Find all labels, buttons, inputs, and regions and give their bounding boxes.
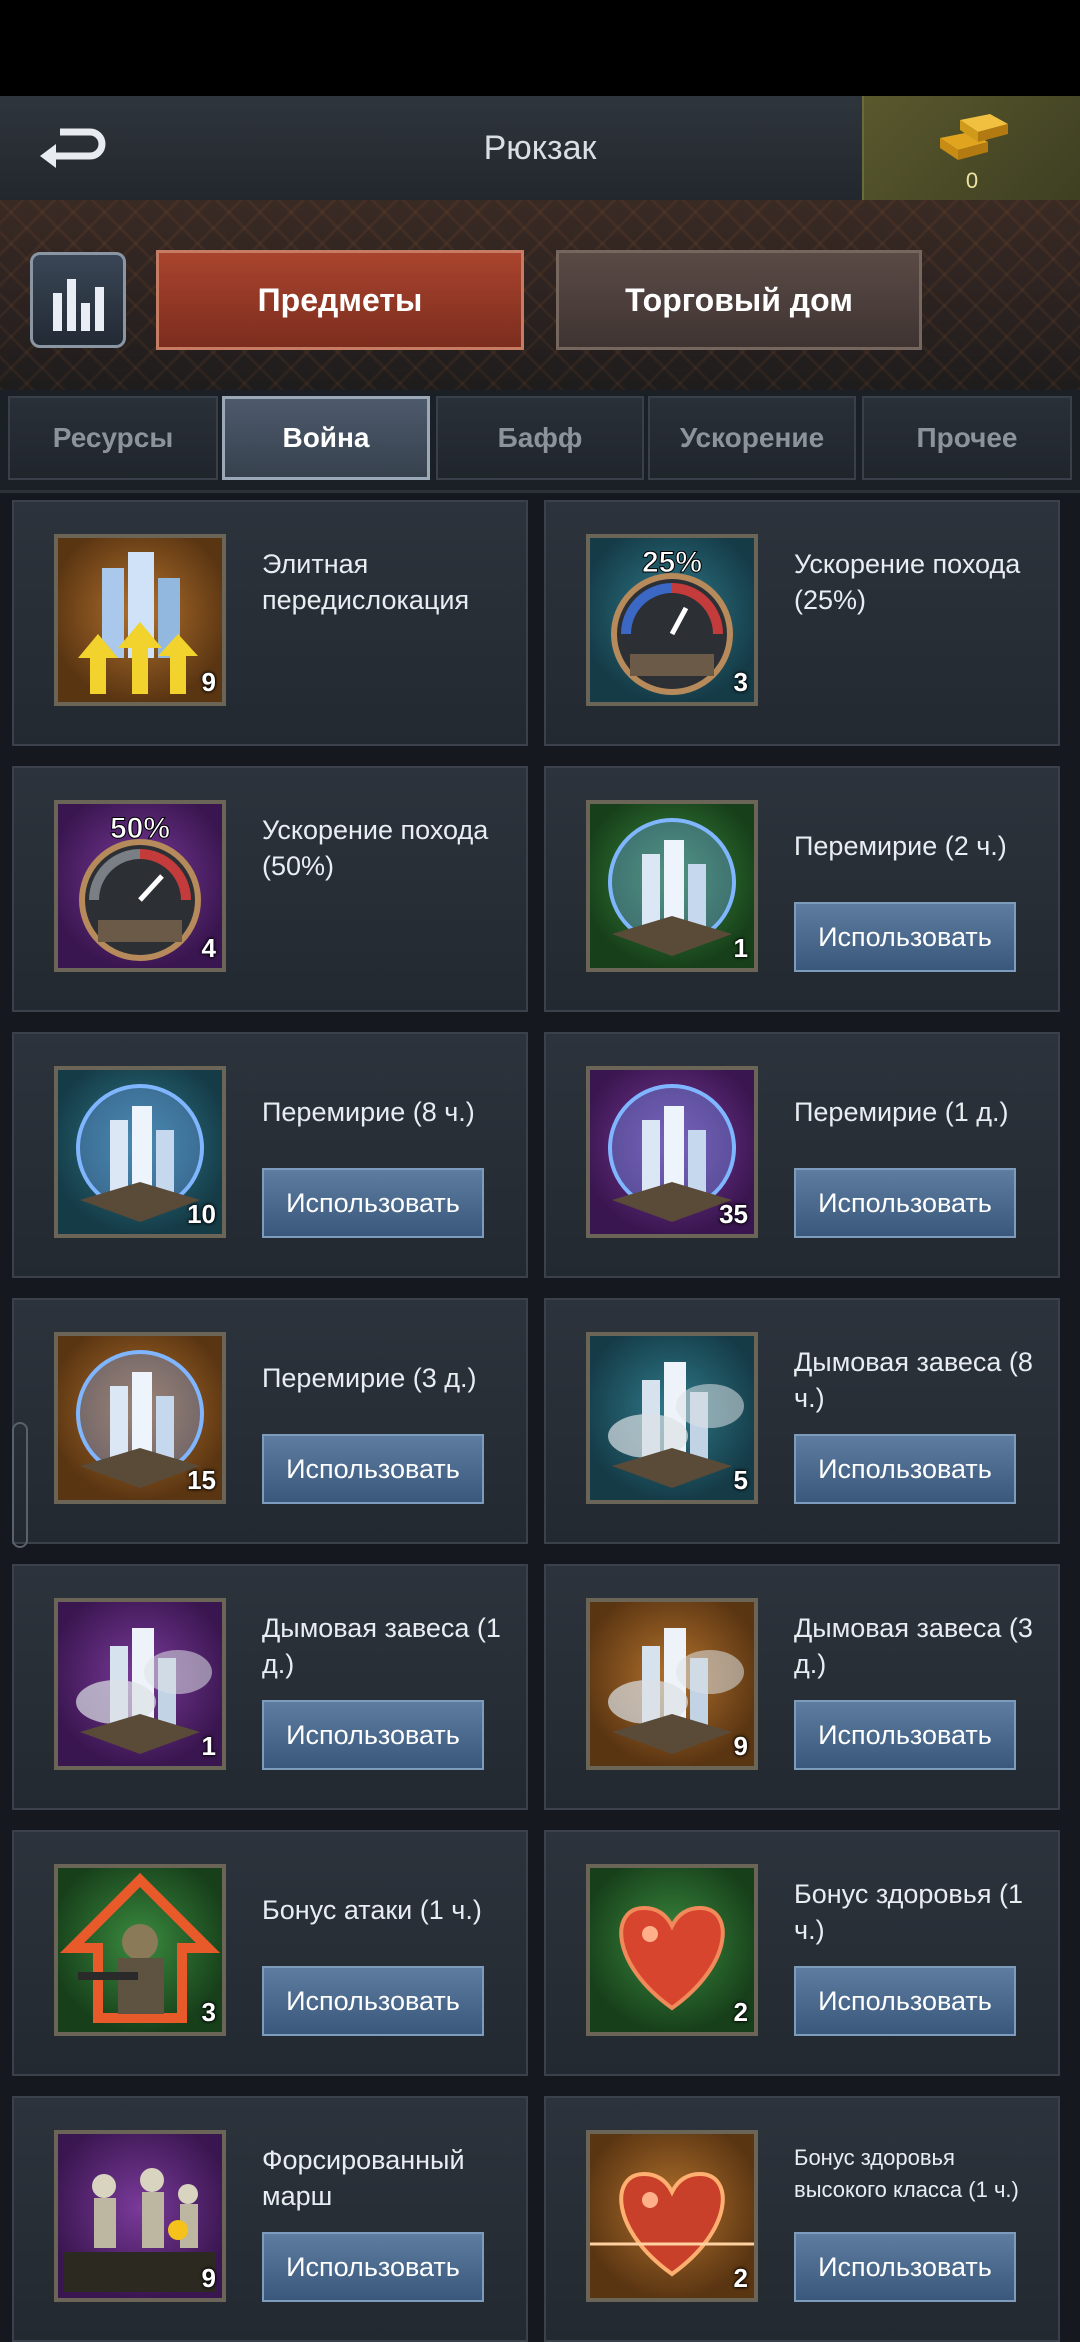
smoke-screen-icon: 1 xyxy=(54,1598,226,1770)
truce-shield-icon: 1 xyxy=(586,800,758,972)
gold-balance[interactable]: 0 xyxy=(862,96,1080,200)
item-count: 1 xyxy=(733,933,748,963)
item-card[interactable]: 10 Перемирие (8 ч.) Использовать xyxy=(12,1032,528,1278)
item-card[interactable]: 25% 3 Ускорение похода (25%) xyxy=(544,500,1060,746)
use-button[interactable]: Использовать xyxy=(794,2232,1016,2302)
header: Рюкзак 0 xyxy=(0,96,1080,202)
smoke-screen-icon: 9 xyxy=(586,1598,758,1770)
item-card[interactable]: 1 Перемирие (2 ч.) Использовать xyxy=(544,766,1060,1012)
use-button[interactable]: Использовать xyxy=(262,2232,484,2302)
use-button[interactable]: Использовать xyxy=(794,1434,1016,1504)
item-name: Дымовая завеса (8 ч.) xyxy=(794,1347,1033,1413)
advanced-health-bonus-icon: 2 xyxy=(586,2130,758,2302)
item-card[interactable]: 15 Перемирие (3 д.) Использовать xyxy=(12,1298,528,1544)
use-button[interactable]: Использовать xyxy=(794,1168,1016,1238)
truce-shield-icon: 15 xyxy=(54,1332,226,1504)
speedup-percent: 25% xyxy=(642,546,702,579)
item-count: 9 xyxy=(201,667,216,697)
speedup-percent: 50% xyxy=(110,812,170,845)
elite-relocation-icon: 9 xyxy=(54,534,226,706)
item-card[interactable]: 2 Бонус здоровья высокого класса (1 ч.) … xyxy=(544,2096,1060,2342)
item-name: Дымовая завеса (3 д.) xyxy=(794,1613,1033,1679)
tab-buff[interactable]: Бафф xyxy=(436,396,644,480)
tab-resources[interactable]: Ресурсы xyxy=(8,396,218,480)
use-button[interactable]: Использовать xyxy=(262,1700,484,1770)
forced-march-icon: 9 xyxy=(54,2130,226,2302)
march-speedup-25-icon: 25% 3 xyxy=(586,534,758,706)
item-name: Перемирие (1 д.) xyxy=(794,1097,1009,1127)
item-count: 35 xyxy=(719,1199,748,1229)
item-name: Ускорение похода (50%) xyxy=(262,815,489,881)
item-card[interactable]: 5 Дымовая завеса (8 ч.) Использовать xyxy=(544,1298,1060,1544)
item-name: Перемирие (3 д.) xyxy=(262,1363,477,1393)
status-bar xyxy=(0,0,1080,96)
item-name: Ускорение похода (25%) xyxy=(794,549,1021,615)
item-name: Бонус здоровья (1 ч.) xyxy=(794,1879,1023,1945)
item-count: 4 xyxy=(201,933,216,963)
item-name: Бонус атаки (1 ч.) xyxy=(262,1895,482,1925)
use-button[interactable]: Использовать xyxy=(262,1966,484,2036)
item-name: Перемирие (2 ч.) xyxy=(794,831,1007,861)
gold-bars-icon xyxy=(940,114,1008,160)
item-card[interactable]: 35 Перемирие (1 д.) Использовать xyxy=(544,1032,1060,1278)
stats-button[interactable] xyxy=(30,252,126,348)
item-count: 9 xyxy=(201,2263,216,2293)
item-card[interactable]: 50% 4 Ускорение похода (50%) xyxy=(12,766,528,1012)
item-name: Бонус здоровья высокого класса (1 ч.) xyxy=(794,2145,1019,2202)
item-card[interactable]: 1 Дымовая завеса (1 д.) Использовать xyxy=(12,1564,528,1810)
use-button[interactable]: Использовать xyxy=(262,1168,484,1238)
top-panel: Предметы Торговый дом xyxy=(0,200,1080,393)
item-count: 1 xyxy=(201,1731,216,1761)
truce-shield-icon: 10 xyxy=(54,1066,226,1238)
item-count: 10 xyxy=(187,1199,216,1229)
item-name: Элитная передислокация xyxy=(262,549,470,615)
item-count: 2 xyxy=(733,2263,748,2293)
scroll-handle[interactable] xyxy=(12,1422,28,1548)
item-count: 2 xyxy=(733,1997,748,2027)
item-card[interactable]: 9 Дымовая завеса (3 д.) Использовать xyxy=(544,1564,1060,1810)
truce-shield-icon: 35 xyxy=(586,1066,758,1238)
use-button[interactable]: Использовать xyxy=(794,1966,1016,2036)
item-name: Форсированный марш xyxy=(262,2145,465,2211)
item-name: Перемирие (8 ч.) xyxy=(262,1097,475,1127)
item-card[interactable]: 9 Форсированный марш Использовать xyxy=(12,2096,528,2342)
item-card[interactable]: 3 Бонус атаки (1 ч.) Использовать xyxy=(12,1830,528,2076)
tab-other[interactable]: Прочее xyxy=(862,396,1072,480)
item-name: Дымовая завеса (1 д.) xyxy=(262,1613,501,1679)
tab-trade-house[interactable]: Торговый дом xyxy=(556,250,922,350)
use-button[interactable]: Использовать xyxy=(794,902,1016,972)
attack-bonus-icon: 3 xyxy=(54,1864,226,2036)
tab-items[interactable]: Предметы xyxy=(156,250,524,350)
smoke-screen-icon: 5 xyxy=(586,1332,758,1504)
use-button[interactable]: Использовать xyxy=(794,1700,1016,1770)
item-card[interactable]: 2 Бонус здоровья (1 ч.) Использовать xyxy=(544,1830,1060,2076)
item-count: 9 xyxy=(733,1731,748,1761)
health-bonus-icon: 2 xyxy=(586,1864,758,2036)
item-count: 5 xyxy=(733,1465,748,1495)
item-count: 15 xyxy=(187,1465,216,1495)
march-speedup-50-icon: 50% 4 xyxy=(54,800,226,972)
stats-chart-icon xyxy=(52,293,62,331)
gold-count: 0 xyxy=(965,168,979,193)
category-tabs: Ресурсы Война Бафф Ускорение Прочее xyxy=(0,390,1080,493)
item-card[interactable]: 9 Элитная передислокация xyxy=(12,500,528,746)
tab-speedup[interactable]: Ускорение xyxy=(648,396,856,480)
item-count: 3 xyxy=(201,1997,216,2027)
use-button[interactable]: Использовать xyxy=(262,1434,484,1504)
tab-war[interactable]: Война xyxy=(222,396,430,480)
item-count: 3 xyxy=(733,667,748,697)
